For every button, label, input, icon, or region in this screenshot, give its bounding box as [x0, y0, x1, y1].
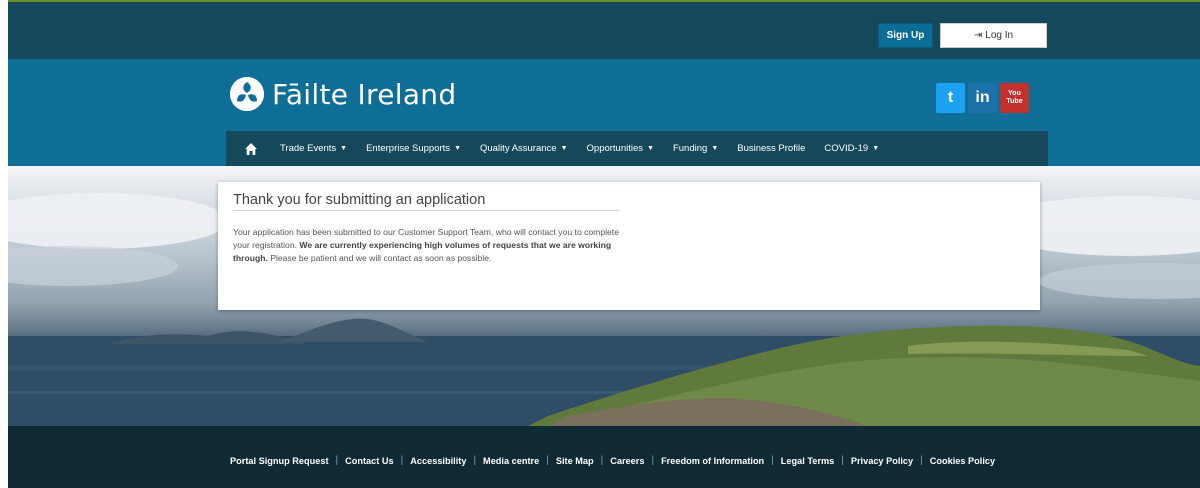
- nav-item-quality-assurance[interactable]: Quality Assurance ▼: [480, 143, 568, 154]
- footer-separator: |: [546, 455, 549, 466]
- title-divider: [233, 210, 619, 211]
- confirmation-body: Your application has been submitted to o…: [233, 226, 628, 265]
- confirmation-title: Thank you for submitting an application: [233, 192, 486, 208]
- footer: Portal Signup Request | Contact Us | Acces…: [8, 426, 1200, 488]
- twitter-glyph: t: [947, 89, 954, 106]
- footer-separator: |: [335, 455, 339, 466]
- confirmation-message-card: Thank you for submitting an application …: [218, 182, 1040, 310]
- brand-name: Fāilte Ireland: [272, 77, 457, 111]
- body-text-part2: Please be patient and we will contact as…: [267, 253, 492, 263]
- nav-item-covid-19[interactable]: COVID-19 ▼: [824, 143, 879, 154]
- footer-link-accessibility[interactable]: Accessibility: [410, 456, 466, 466]
- nav-item-label: COVID-19: [824, 143, 869, 154]
- youtube-icon[interactable]: You Tube: [1000, 83, 1029, 113]
- linkedin-icon[interactable]: in: [968, 83, 997, 113]
- main-nav: Trade Events ▼ Enterprise Supports ▼ Quali…: [226, 131, 1048, 166]
- caret-down-icon: ▼: [340, 145, 348, 152]
- social-links: t in You Tube: [936, 83, 1029, 113]
- nav-item-label: Funding: [672, 143, 708, 154]
- sign-in-icon: ⇥: [973, 30, 983, 41]
- signup-button[interactable]: Sign Up: [878, 23, 933, 48]
- footer-link-contact-us[interactable]: Contact Us: [345, 456, 394, 466]
- caret-down-icon: ▼: [872, 145, 880, 152]
- caret-down-icon: ▼: [711, 145, 719, 152]
- nav-item-funding[interactable]: Funding ▼: [673, 143, 718, 154]
- footer-link-media-centre[interactable]: Media centre: [483, 456, 539, 466]
- login-label: Log In: [985, 30, 1014, 41]
- nav-item-label: Opportunities: [586, 143, 644, 154]
- page: Sign Up ⇥ Log In Fāilte Ireland t in You…: [0, 0, 1200, 488]
- login-button[interactable]: ⇥ Log In: [940, 23, 1047, 48]
- nav-item-business-profile[interactable]: Business Profile: [737, 143, 805, 154]
- auth-bar: Sign Up ⇥ Log In: [8, 2, 1200, 59]
- footer-separator: |: [651, 455, 655, 466]
- nav-item-trade-events[interactable]: Trade Events ▼: [280, 143, 347, 154]
- footer-link-freedom-of-information[interactable]: Freedom of Information: [661, 456, 764, 466]
- footer-link-portal-signup-request[interactable]: Portal Signup Request: [230, 456, 329, 466]
- footer-links: Portal Signup Request | Contact Us | Acces…: [230, 455, 995, 466]
- nav-item-label: Trade Events: [280, 143, 337, 154]
- footer-link-privacy-policy[interactable]: Privacy Policy: [851, 456, 913, 466]
- linkedin-glyph: in: [975, 89, 990, 106]
- caret-down-icon: ▼: [647, 145, 654, 152]
- footer-separator: |: [600, 455, 604, 466]
- nav-item-opportunities[interactable]: Opportunities ▼: [587, 143, 654, 154]
- footer-link-legal-terms[interactable]: Legal Terms: [781, 456, 834, 466]
- footer-separator: |: [400, 455, 404, 466]
- footer-link-site-map[interactable]: Site Map: [556, 456, 594, 466]
- caret-down-icon: ▼: [454, 145, 461, 152]
- footer-separator: |: [473, 455, 477, 466]
- nav-item-label: Business Profile: [737, 143, 806, 154]
- youtube-glyph-bottom: Tube: [1006, 98, 1023, 105]
- footer-separator: |: [841, 455, 844, 466]
- home-icon[interactable]: [244, 142, 258, 156]
- footer-separator: |: [920, 455, 923, 466]
- nav-item-label: Enterprise Supports: [366, 143, 451, 154]
- footer-link-careers[interactable]: Careers: [610, 456, 644, 466]
- twitter-icon[interactable]: t: [936, 83, 965, 113]
- failte-ireland-logo-icon: [230, 77, 264, 111]
- site-logo[interactable]: Fāilte Ireland: [230, 77, 456, 111]
- youtube-glyph-top: You: [1008, 90, 1021, 97]
- nav-item-label: Quality Assurance: [480, 143, 557, 154]
- footer-link-cookies-policy[interactable]: Cookies Policy: [930, 456, 995, 466]
- brand-header: Fāilte Ireland t in You Tube Trade Event…: [8, 59, 1200, 166]
- caret-down-icon: ▼: [560, 145, 568, 152]
- nav-item-enterprise-supports[interactable]: Enterprise Supports ▼: [366, 143, 461, 154]
- footer-separator: |: [771, 455, 774, 466]
